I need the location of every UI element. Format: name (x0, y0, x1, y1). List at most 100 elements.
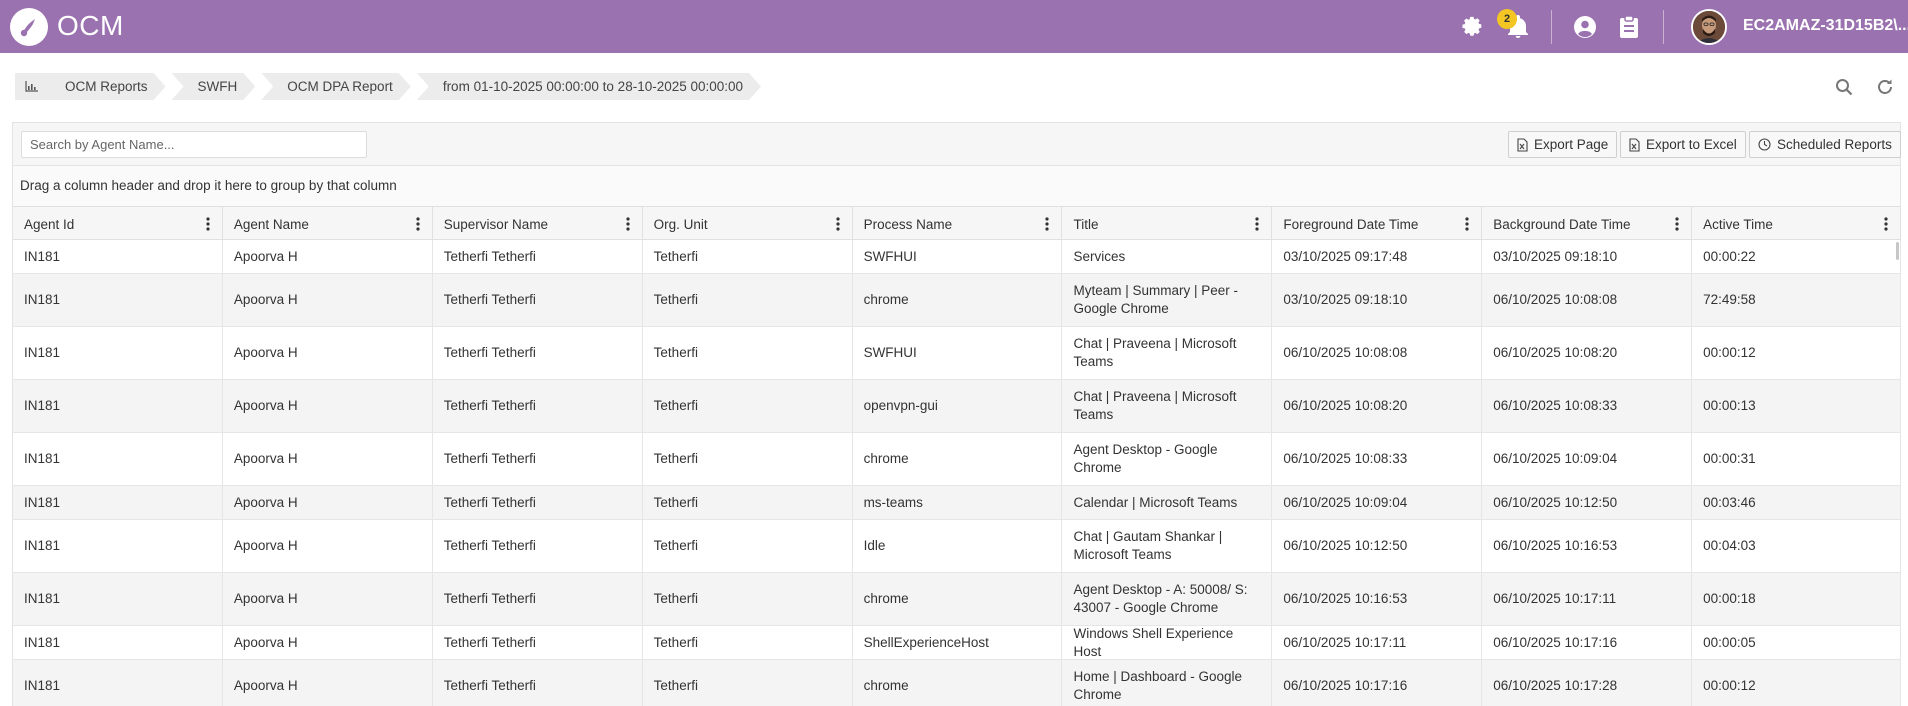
table-row[interactable]: IN181 Apoorva H Tetherfi Tetherfi Tetherfi c… (13, 274, 1901, 327)
cell-process-name: SWFHUI (853, 327, 1063, 379)
cell-agent-name: Apoorva H (223, 573, 433, 625)
export-excel-button[interactable]: Export to Excel (1620, 131, 1746, 158)
cell-title: Agent Desktop - Google Chrome (1062, 433, 1273, 485)
cell-process-name: chrome (853, 573, 1063, 625)
column-header-supervisor-name[interactable]: Supervisor Name (433, 207, 643, 241)
ocm-logo (10, 8, 48, 46)
cell-org-unit: Tetherfi (643, 626, 853, 659)
cell-foreground-date-time: 03/10/2025 09:17:48 (1272, 240, 1483, 273)
excel-file-icon (1629, 137, 1640, 152)
cell-background-date-time: 06/10/2025 10:17:28 (1482, 660, 1693, 706)
cell-background-date-time: 06/10/2025 10:16:53 (1482, 520, 1693, 572)
cell-supervisor-name: Tetherfi Tetherfi (433, 486, 643, 519)
breadcrumb-item-ocm-reports[interactable]: OCM Reports (15, 73, 166, 100)
table-row[interactable]: IN181 Apoorva H Tetherfi Tetherfi Tetherfi S… (13, 240, 1901, 274)
cell-agent-name: Apoorva H (223, 380, 433, 432)
column-header-foreground-date-time[interactable]: Foreground Date Time (1272, 207, 1483, 241)
column-header-agent-name[interactable]: Agent Name (223, 207, 433, 241)
cell-supervisor-name: Tetherfi Tetherfi (433, 240, 643, 273)
export-page-label: Export Page (1534, 137, 1609, 152)
user-name-label[interactable]: EC2AMAZ-31D15B2\... (1743, 17, 1908, 35)
cell-active-time: 00:00:22 (1692, 240, 1901, 273)
column-menu-icon[interactable] (1465, 217, 1471, 231)
breadcrumb-label: OCM Reports (65, 79, 148, 94)
agent-search-input[interactable] (21, 131, 367, 158)
column-header-label: Process Name (863, 216, 953, 232)
scheduled-reports-button[interactable]: Scheduled Reports (1749, 131, 1901, 158)
cell-background-date-time: 06/10/2025 10:08:20 (1482, 327, 1693, 379)
table-row[interactable]: IN181 Apoorva H Tetherfi Tetherfi Tetherfi c… (13, 573, 1901, 626)
vertical-scrollbar[interactable] (1896, 242, 1899, 260)
column-header-process-name[interactable]: Process Name (853, 207, 1063, 241)
search-icon[interactable] (1833, 76, 1855, 98)
cell-active-time: 00:00:31 (1692, 433, 1901, 485)
user-profile-icon[interactable] (1571, 13, 1599, 41)
cell-process-name: ms-teams (853, 486, 1063, 519)
column-menu-icon[interactable] (1884, 217, 1890, 231)
breadcrumb: OCM Reports SWFH OCM DPA Report from 01-… (15, 73, 767, 100)
cell-agent-id: IN181 (13, 240, 223, 273)
column-menu-icon[interactable] (835, 217, 842, 231)
cell-agent-id: IN181 (13, 660, 223, 706)
cell-agent-id: IN181 (13, 433, 223, 485)
cell-process-name: chrome (853, 433, 1063, 485)
column-header-org-unit[interactable]: Org. Unit (643, 207, 853, 241)
cell-agent-id: IN181 (13, 274, 223, 326)
cell-active-time: 00:00:12 (1692, 327, 1901, 379)
table-row[interactable]: IN181 Apoorva H Tetherfi Tetherfi Tetherfi m… (13, 486, 1901, 520)
cell-agent-id: IN181 (13, 327, 223, 379)
column-menu-icon[interactable] (416, 217, 422, 231)
breadcrumb-item-dpa-report[interactable]: OCM DPA Report (261, 73, 411, 100)
column-header-title[interactable]: Title (1062, 207, 1273, 241)
cell-process-name: ShellExperienceHost (853, 626, 1063, 659)
group-panel-hint: Drag a column header and drop it here to… (20, 178, 397, 193)
column-header-label: Org. Unit (653, 216, 708, 232)
cell-active-time: 00:00:12 (1692, 660, 1901, 706)
cell-active-time: 00:04:03 (1692, 520, 1901, 572)
column-menu-icon[interactable] (1675, 217, 1681, 231)
table-row[interactable]: IN181 Apoorva H Tetherfi Tetherfi Tetherfi o… (13, 380, 1901, 433)
group-drop-panel[interactable]: Drag a column header and drop it here to… (12, 166, 1901, 206)
cell-title: Myteam | Summary | Peer - Google Chrome (1062, 274, 1273, 326)
table-row[interactable]: IN181 Apoorva H Tetherfi Tetherfi Tetherfi I… (13, 520, 1901, 573)
cell-background-date-time: 06/10/2025 10:08:33 (1482, 380, 1693, 432)
cell-org-unit: Tetherfi (643, 380, 853, 432)
column-header-label: Background Date Time (1493, 216, 1631, 232)
refresh-icon[interactable] (1874, 76, 1896, 98)
cell-agent-name: Apoorva H (223, 327, 433, 379)
settings-gear-icon[interactable] (1459, 13, 1487, 41)
cell-active-time: 00:03:46 (1692, 486, 1901, 519)
column-menu-icon[interactable] (206, 217, 212, 231)
grid-header-row: Agent Id Agent Name Supervisor Name Org. Un… (13, 206, 1901, 241)
cell-title: Chat | Gautam Shankar | Microsoft Teams (1062, 520, 1273, 572)
clipboard-icon[interactable] (1615, 13, 1643, 41)
table-row[interactable]: IN181 Apoorva H Tetherfi Tetherfi Tetherfi S… (13, 626, 1901, 660)
cell-active-time: 00:00:05 (1692, 626, 1901, 659)
column-menu-icon[interactable] (1255, 217, 1261, 231)
app-title: OCM (57, 10, 124, 41)
export-page-button[interactable]: Export Page (1508, 131, 1618, 158)
cell-background-date-time: 06/10/2025 10:17:16 (1482, 626, 1693, 659)
column-header-agent-id[interactable]: Agent Id (13, 207, 223, 241)
user-avatar[interactable] (1691, 9, 1727, 45)
cell-supervisor-name: Tetherfi Tetherfi (433, 274, 643, 326)
grid-toolbar: Export Page Export to Excel Scheduled Re… (12, 122, 1901, 166)
breadcrumb-item-date-range[interactable]: from 01-10-2025 00:00:00 to 28-10-2025 0… (417, 73, 761, 100)
cell-process-name: chrome (853, 660, 1063, 706)
breadcrumb-item-swfh[interactable]: SWFH (172, 73, 256, 100)
table-row[interactable]: IN181 Apoorva H Tetherfi Tetherfi Tetherfi c… (13, 660, 1901, 706)
column-header-background-date-time[interactable]: Background Date Time (1482, 207, 1693, 241)
column-header-label: Foreground Date Time (1283, 216, 1419, 232)
cell-supervisor-name: Tetherfi Tetherfi (433, 520, 643, 572)
cell-supervisor-name: Tetherfi Tetherfi (433, 327, 643, 379)
column-menu-icon[interactable] (1045, 217, 1051, 231)
cell-agent-id: IN181 (13, 573, 223, 625)
cell-agent-name: Apoorva H (223, 520, 433, 572)
column-header-label: Supervisor Name (443, 216, 549, 232)
column-header-active-time[interactable]: Active Time (1692, 207, 1901, 241)
table-row[interactable]: IN181 Apoorva H Tetherfi Tetherfi Tetherfi S… (13, 327, 1901, 380)
table-row[interactable]: IN181 Apoorva H Tetherfi Tetherfi Tetherfi c… (13, 433, 1901, 486)
column-menu-icon[interactable] (626, 217, 632, 231)
breadcrumb-label: OCM DPA Report (287, 79, 393, 94)
cell-org-unit: Tetherfi (643, 486, 853, 519)
